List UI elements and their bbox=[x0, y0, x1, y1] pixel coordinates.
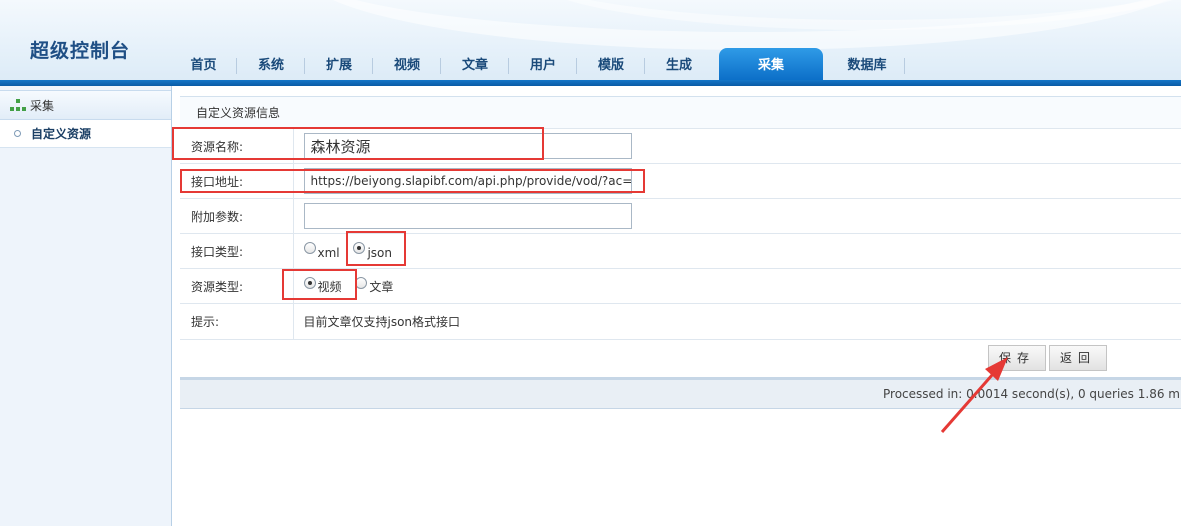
annotation-arrow-icon bbox=[940, 357, 1008, 433]
